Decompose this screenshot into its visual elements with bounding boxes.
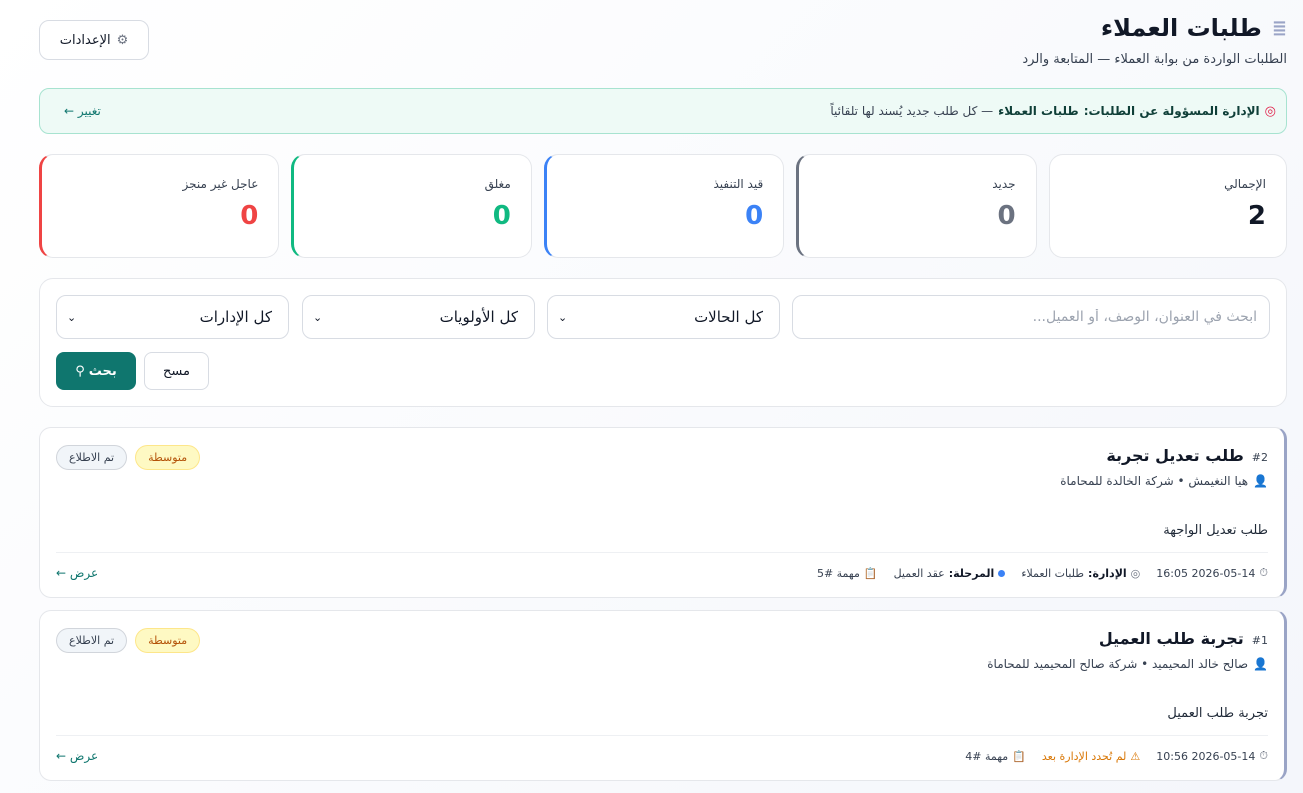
stat-label: قيد التنفيذ — [713, 177, 764, 191]
status-select[interactable]: كل الحالات ⌄ — [547, 295, 780, 339]
department-banner: ◎ الإدارة المسؤولة عن الطلبات: طلبات الع… — [39, 88, 1287, 134]
stat-label: الإجمالي — [1224, 177, 1266, 191]
page-subtitle: الطلبات الواردة من بوابة العملاء — المتا… — [1022, 52, 1287, 67]
stat-card-urgent: عاجل غير منجز 0 — [38, 154, 280, 258]
request-card[interactable]: #2 طلب تعديل تجربة 👤 هيا النغيمش • شركة … — [39, 427, 1287, 598]
target-icon: ◎ — [1130, 566, 1141, 580]
request-department: ◎ الإدارة: طلبات العملاء — [1021, 567, 1140, 580]
task-text: مهمة #4 — [965, 749, 1009, 763]
stat-card-closed: مغلق 0 — [291, 154, 532, 258]
stat-value: 2 — [1247, 201, 1266, 231]
request-task: 📋 مهمة #5 — [817, 567, 878, 580]
request-warning: ⚠ لم تُحدد الإدارة بعد — [1042, 750, 1140, 763]
chevron-down-icon: ⌄ — [558, 310, 568, 324]
priority-badge: متوسطة — [135, 445, 201, 470]
status-badge: تم الاطلاع — [56, 628, 128, 653]
request-client-text: هيا النغيمش • شركة الخالدة للمحاماة — [1060, 474, 1249, 488]
view-link[interactable]: عرض ← — [56, 566, 98, 580]
stats-row: الإجمالي 2 جديد 0 قيد التنفيذ 0 مغلق 0 ع… — [38, 154, 1287, 258]
change-dept-link[interactable]: تغيير ← — [64, 104, 101, 118]
clock-icon: ⏱ — [1259, 749, 1268, 762]
status-badge: تم الاطلاع — [56, 445, 128, 470]
target-icon: ◎ — [1264, 103, 1276, 119]
search-button[interactable]: بحث ⚲ — [56, 352, 136, 390]
request-number: #1 — [1251, 634, 1268, 647]
search-button-label: بحث — [88, 363, 117, 379]
request-client-text: صالح خالد المحيميد • شركة صالح المحيميد … — [987, 657, 1249, 671]
page-header: ≣ طلبات العملاء الطلبات الواردة من بوابة… — [1022, 14, 1287, 67]
chevron-down-icon: ⌄ — [313, 310, 323, 324]
request-badges: تم الاطلاع متوسطة — [56, 628, 201, 653]
department-select[interactable]: كل الإدارات ⌄ — [56, 295, 289, 339]
page-title: طلبات العملاء — [1100, 14, 1262, 42]
request-timestamp: ⏱ 2026-05-14 16:05 — [1156, 566, 1268, 580]
request-stage: المرحلة: عقد العميل — [894, 567, 1006, 580]
stage-value: عقد العميل — [893, 566, 945, 580]
status-select-value: كل الحالات — [694, 308, 763, 326]
dept-value: طلبات العملاء — [1021, 566, 1085, 580]
divider — [56, 552, 1268, 553]
request-client: 👤 صالح خالد المحيميد • شركة صالح المحيمي… — [987, 657, 1268, 671]
settings-label: الإعدادات — [59, 32, 111, 48]
gear-icon: ⚙ — [116, 32, 129, 48]
request-title: طلب تعديل تجربة — [1106, 446, 1244, 465]
request-title-row: #2 طلب تعديل تجربة — [1106, 446, 1268, 465]
stat-card-new: جديد 0 — [796, 154, 1037, 258]
request-meta: ⏱ 2026-05-14 16:05 ◎ الإدارة: طلبات العم… — [817, 566, 1268, 580]
banner-text: ◎ الإدارة المسؤولة عن الطلبات: طلبات الع… — [830, 104, 1276, 119]
user-icon: 👤 — [1253, 657, 1268, 671]
stat-label: عاجل غير منجز — [182, 177, 259, 191]
request-number: #2 — [1251, 451, 1268, 464]
divider — [56, 735, 1268, 736]
timestamp-text: 2026-05-14 16:05 — [1156, 566, 1256, 580]
filters-panel: كل الحالات ⌄ كل الأولويات ⌄ كل الإدارات … — [39, 278, 1287, 407]
clock-icon: ⏱ — [1259, 566, 1268, 579]
page-title-row: ≣ طلبات العملاء — [1022, 14, 1287, 42]
stat-value: 0 — [240, 201, 259, 231]
clear-button[interactable]: مسح — [144, 352, 209, 390]
search-icon: ⚲ — [75, 363, 85, 379]
page: ≣ طلبات العملاء الطلبات الواردة من بوابة… — [38, 0, 1287, 793]
stat-card-in-progress: قيد التنفيذ 0 — [543, 154, 785, 258]
settings-button[interactable]: ⚙ الإعدادات — [39, 20, 149, 60]
stat-value: 0 — [745, 201, 764, 231]
task-text: مهمة #5 — [816, 566, 860, 580]
stat-value: 0 — [997, 201, 1016, 231]
banner-note: — كل طلب جديد يُسند لها تلقائياً — [830, 104, 994, 118]
warning-text: لم تُحدد الإدارة بعد — [1041, 749, 1127, 763]
stage-dot-icon — [998, 569, 1006, 577]
stat-label: مغلق — [484, 177, 511, 191]
user-icon: 👤 — [1253, 474, 1268, 488]
request-description: تجربة طلب العميل — [1167, 706, 1268, 721]
banner-label: الإدارة المسؤولة عن الطلبات: — [1083, 104, 1260, 118]
clipboard-icon: 📋 — [1012, 749, 1026, 763]
request-card[interactable]: #1 تجربة طلب العميل 👤 صالح خالد المحيميد… — [39, 610, 1287, 781]
request-title: تجربة طلب العميل — [1098, 629, 1244, 648]
warning-icon: ⚠ — [1130, 749, 1141, 763]
clipboard-icon: 📋 — [863, 566, 878, 580]
request-meta: ⏱ 2026-05-14 10:56 ⚠ لم تُحدد الإدارة بع… — [965, 749, 1268, 763]
request-title-row: #1 تجربة طلب العميل — [1099, 629, 1268, 648]
stat-card-total: الإجمالي 2 — [1048, 154, 1287, 258]
view-link[interactable]: عرض ← — [56, 749, 98, 763]
stage-label: المرحلة: — [948, 566, 995, 580]
priority-select-value: كل الأولويات — [439, 308, 518, 326]
request-description: طلب تعديل الواجهة — [1163, 523, 1268, 538]
request-client: 👤 هيا النغيمش • شركة الخالدة للمحاماة — [1060, 474, 1268, 488]
dept-label: الإدارة: — [1088, 566, 1127, 580]
request-badges: تم الاطلاع متوسطة — [56, 445, 201, 470]
search-input[interactable] — [792, 295, 1270, 339]
speed-lines-icon: ≣ — [1271, 17, 1287, 39]
timestamp-text: 2026-05-14 10:56 — [1156, 749, 1256, 763]
banner-dept-name: طلبات العملاء — [998, 104, 1079, 118]
request-task: 📋 مهمة #4 — [965, 750, 1026, 763]
stat-label: جديد — [992, 177, 1016, 191]
stat-value: 0 — [492, 201, 511, 231]
department-select-value: كل الإدارات — [199, 308, 272, 326]
priority-select[interactable]: كل الأولويات ⌄ — [302, 295, 535, 339]
priority-badge: متوسطة — [135, 628, 201, 653]
request-timestamp: ⏱ 2026-05-14 10:56 — [1156, 749, 1268, 763]
chevron-down-icon: ⌄ — [67, 310, 77, 324]
